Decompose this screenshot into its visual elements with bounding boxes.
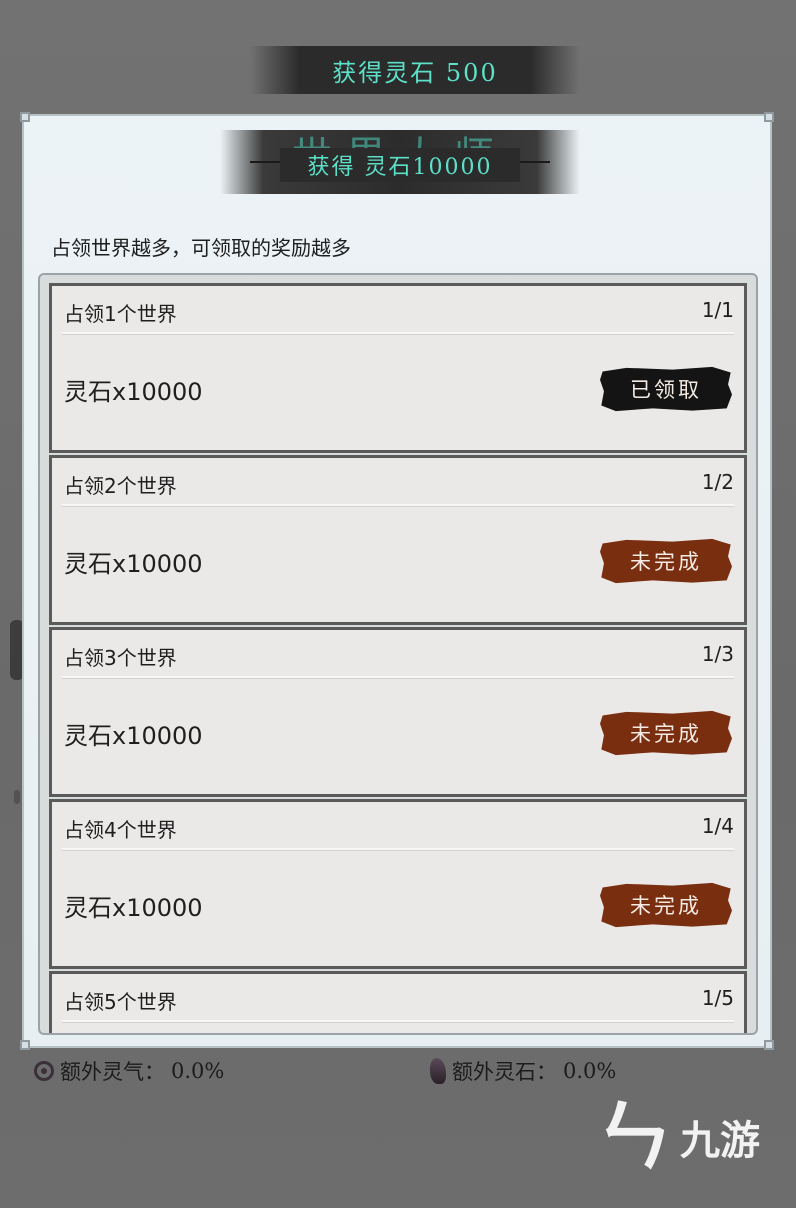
incomplete-button[interactable]: 未完成 [600, 882, 732, 928]
reward-list-scroll[interactable]: 占领1个世界 1/1 灵石x10000 已领取 占领2个世界 1/2 灵石x10… [38, 273, 758, 1035]
reward-list: 占领1个世界 1/1 灵石x10000 已领取 占领2个世界 1/2 灵石x10… [49, 283, 747, 1033]
reward-card: 占领1个世界 1/1 灵石x10000 已领取 [49, 283, 747, 453]
reward-card-progress: 1/3 [701, 642, 734, 666]
extra-qi-label: 额外灵气： [60, 1060, 165, 1084]
jiuyou-logo-icon: ㄣ [596, 1092, 672, 1181]
reward-card-amount: 灵石x10000 [64, 722, 203, 750]
game-screen: 获得灵石 500 世界大师 获得 灵石10000 占领世界越多，可领取的奖励越多… [0, 0, 796, 1208]
reward-panel: 世界大师 获得 灵石10000 占领世界越多，可领取的奖励越多 占领1个世界 1… [20, 112, 774, 1050]
reward-card-progress: 1/2 [701, 470, 734, 494]
reward-card-amount: 灵石x10000 [64, 894, 203, 922]
reward-card-title: 占领1个世界 [64, 302, 177, 326]
reward-toast-middle: 获得 灵石10000 [280, 148, 520, 182]
reward-toast-top: 获得灵石 500 [250, 46, 580, 94]
bonus-stats-bar: 额外灵气： 0.0% 额外灵石： 0.0% [0, 1056, 796, 1090]
extra-stone-value: 0.0% [563, 1059, 617, 1083]
panel-corner-ornament [20, 112, 30, 122]
reward-toast-top-text: 获得灵石 500 [332, 58, 498, 87]
reward-card: 占领3个世界 1/3 灵石x10000 未完成 [49, 627, 747, 797]
panel-title-plate: 世界大师 获得 灵石10000 [220, 130, 580, 194]
extra-qi-stat: 额外灵气： 0.0% [34, 1056, 224, 1086]
card-divider [62, 1020, 734, 1023]
panel-corner-ornament [764, 112, 774, 122]
reward-card: 占领5个世界 1/5 [49, 971, 747, 1033]
reward-card-progress: 1/5 [701, 986, 734, 1010]
reward-card: 占领4个世界 1/4 灵石x10000 未完成 [49, 799, 747, 969]
card-divider [62, 504, 734, 507]
reward-card-title: 占领2个世界 [64, 474, 177, 498]
reward-card-title: 占领3个世界 [64, 646, 177, 670]
reward-card-title: 占领4个世界 [64, 818, 177, 842]
card-divider [62, 848, 734, 851]
spirit-stone-icon [430, 1058, 446, 1084]
reward-toast-middle-text: 获得 灵石10000 [307, 155, 493, 180]
reward-card-title: 占领5个世界 [64, 990, 177, 1014]
background-ink-dot [14, 790, 20, 804]
panel-subtitle: 占领世界越多，可领取的奖励越多 [51, 236, 351, 260]
extra-stone-stat: 额外灵石： 0.0% [430, 1056, 616, 1086]
reward-card-amount: 灵石x10000 [64, 378, 203, 406]
extra-stone-label: 额外灵石： [452, 1060, 557, 1084]
incomplete-button[interactable]: 未完成 [600, 538, 732, 584]
reward-card: 占领2个世界 1/2 灵石x10000 未完成 [49, 455, 747, 625]
panel-corner-ornament [764, 1040, 774, 1050]
reward-card-progress: 1/1 [701, 298, 734, 322]
jiuyou-watermark: ㄣ 九游 [596, 1092, 766, 1182]
qi-swirl-icon [34, 1061, 54, 1081]
claimed-button[interactable]: 已领取 [600, 366, 732, 412]
card-divider [62, 676, 734, 679]
card-divider [62, 332, 734, 335]
panel-corner-ornament [20, 1040, 30, 1050]
extra-qi-value: 0.0% [171, 1059, 225, 1083]
reward-card-amount: 灵石x10000 [64, 550, 203, 578]
incomplete-button[interactable]: 未完成 [600, 710, 732, 756]
jiuyou-logo-text: 九游 [680, 1118, 760, 1164]
reward-card-progress: 1/4 [701, 814, 734, 838]
